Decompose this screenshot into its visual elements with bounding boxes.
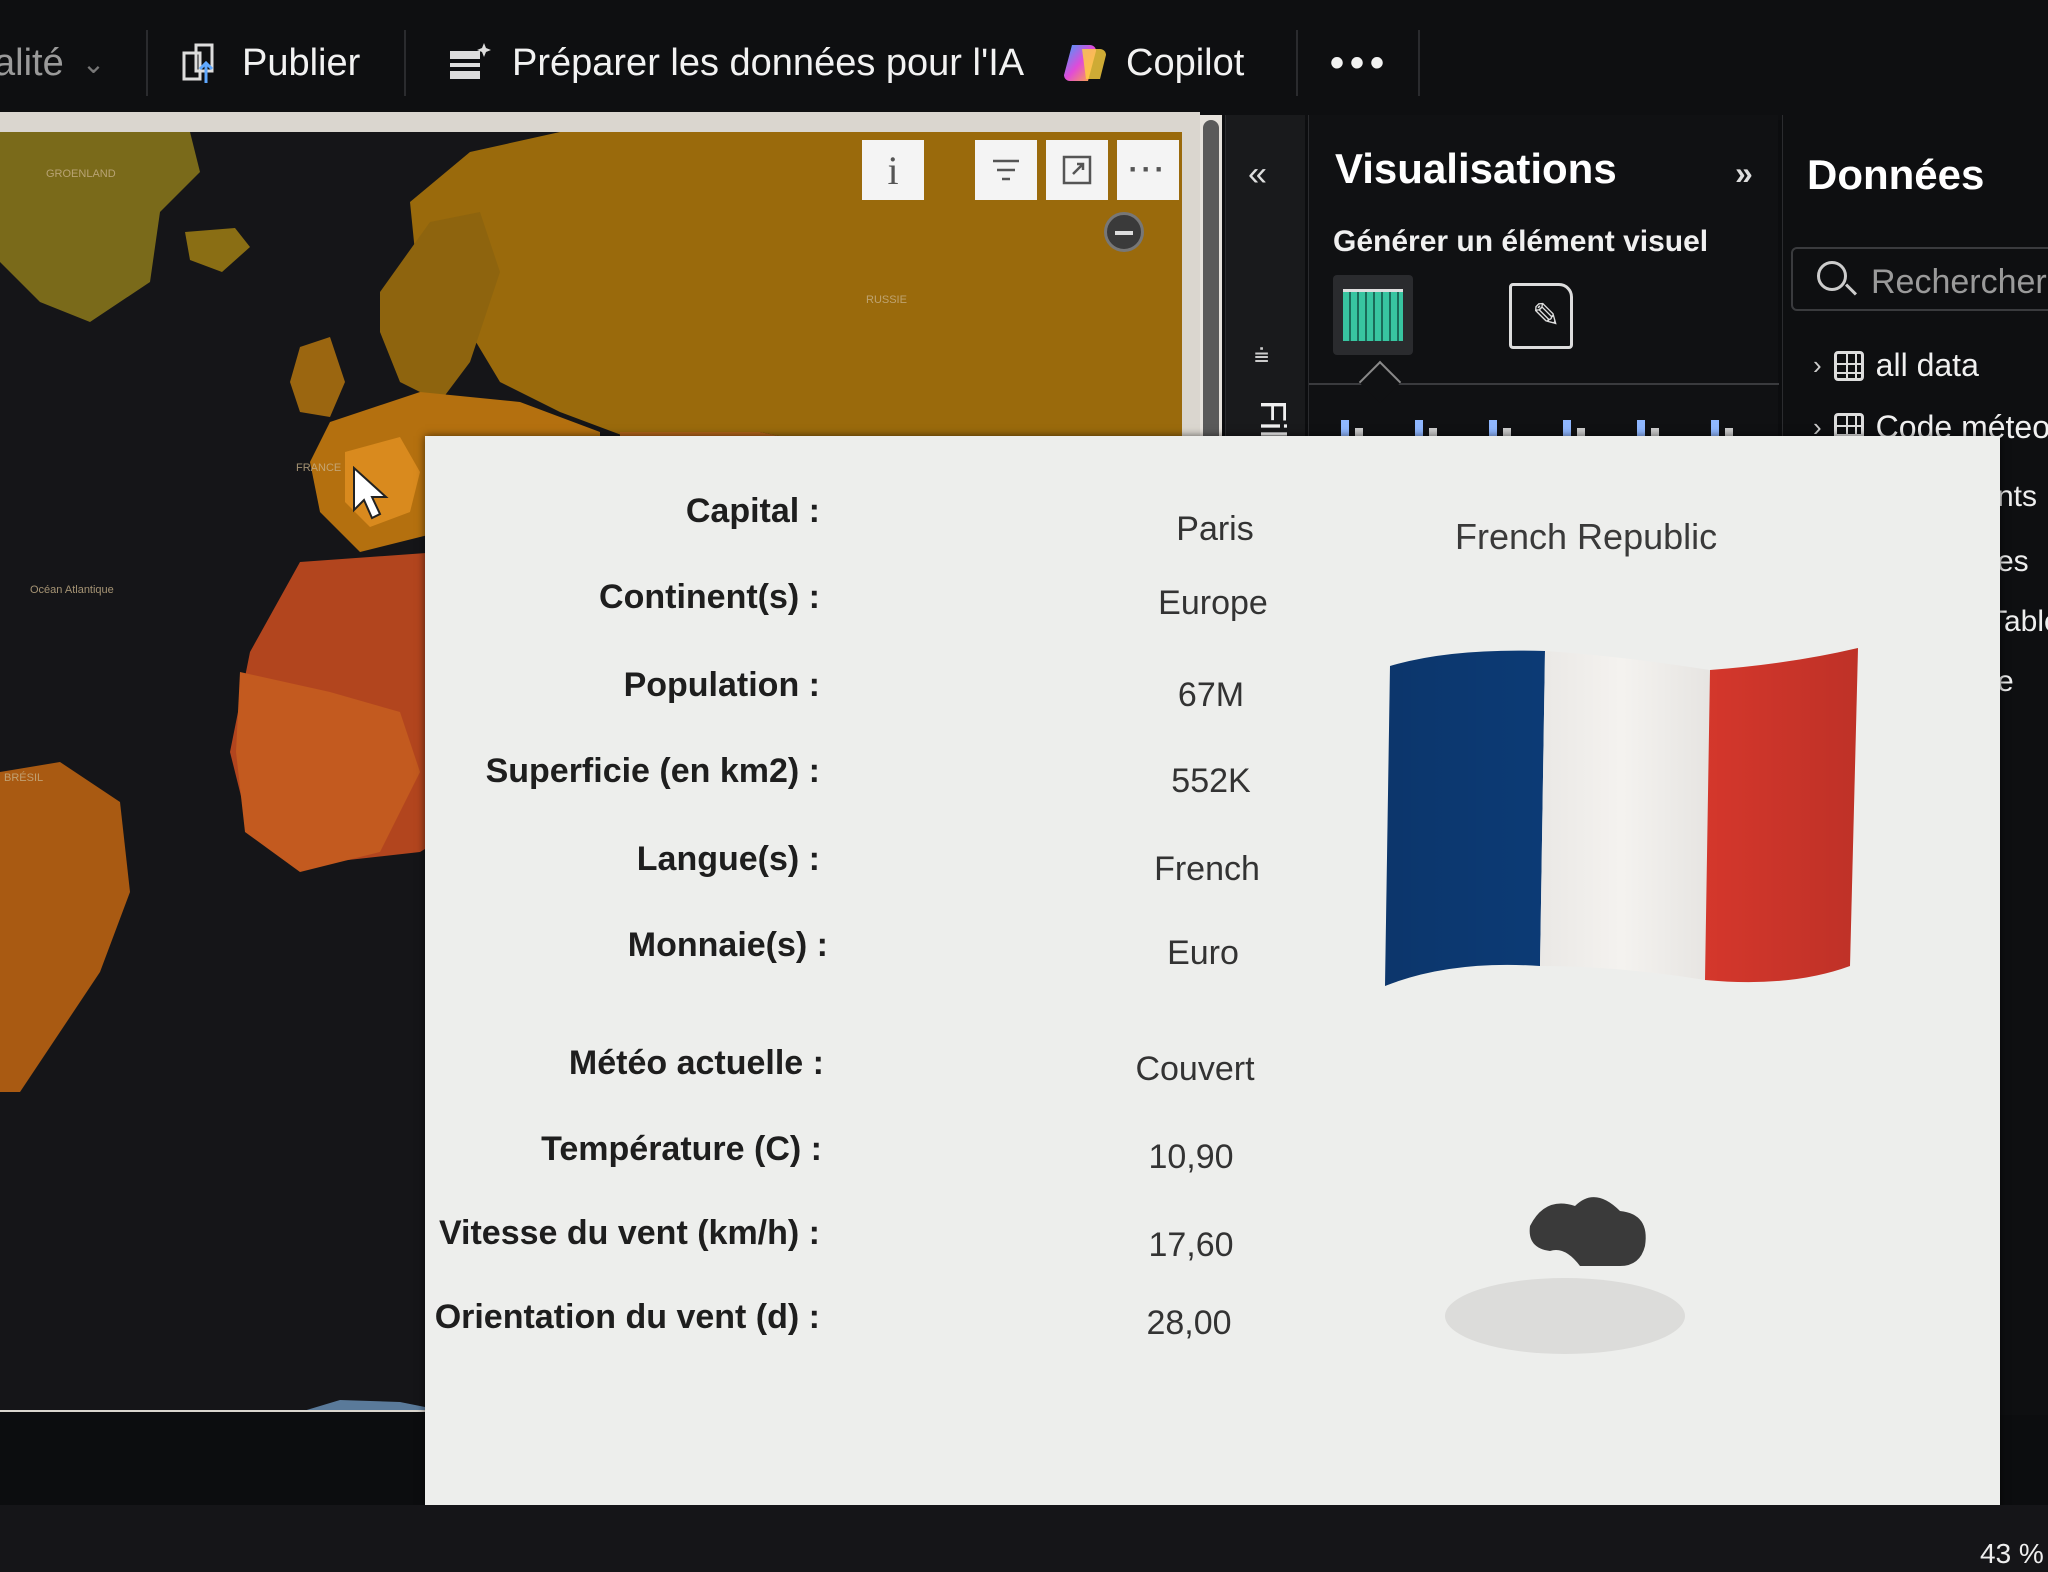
ribbon-divider <box>1418 30 1420 96</box>
field-value-population: 67M <box>1177 676 1245 714</box>
country-tooltip: Capital : Paris Continent(s) : Europe Po… <box>425 436 2000 1538</box>
field-value-monnaie: Euro <box>1167 934 1239 972</box>
field-label-continent: Continent(s) : <box>599 578 820 616</box>
ribbon-divider <box>404 30 406 96</box>
search-icon <box>1817 261 1847 291</box>
field-value-superficie: 552K <box>1171 762 1251 800</box>
publish-label: Publier <box>242 41 361 84</box>
ribbon-view-dropdown[interactable]: alité ⌄ <box>0 28 105 98</box>
data-pane-title: Données <box>1807 151 1985 198</box>
build-visual-label: Générer un élément visuel <box>1333 225 1709 258</box>
prepare-data-ai-button[interactable]: Préparer les données pour l'IA <box>446 28 1024 98</box>
chevron-down-icon: ⌄ <box>81 47 106 79</box>
table-icon <box>1833 350 1864 381</box>
search-input[interactable]: Rechercher <box>1791 247 2048 311</box>
publish-icon <box>182 43 214 83</box>
tab-caret <box>1358 360 1402 404</box>
field-value-orientation-vent: 28,00 <box>1146 1304 1232 1342</box>
map-region-scandinavia[interactable] <box>380 212 500 402</box>
copilot-label: Copilot <box>1126 41 1245 84</box>
france-flag-icon <box>1385 648 1858 986</box>
info-button[interactable]: i <box>862 140 924 200</box>
data-table-item[interactable]: › all data <box>1813 347 1979 384</box>
info-icon: i <box>887 147 899 193</box>
zoom-out-button[interactable] <box>1104 212 1144 252</box>
format-visual-tab[interactable]: ✎ <box>1509 283 1573 349</box>
country-name: French Republic <box>1455 516 1718 557</box>
map-label-france: FRANCE <box>296 462 342 474</box>
field-label-population: Population : <box>623 666 820 704</box>
map-label-ocean: Océan Atlantique <box>30 584 114 596</box>
ribbon: alité ⌄ Publier Préparer les données pou… <box>0 0 2048 120</box>
filter-visual-button[interactable] <box>975 140 1037 200</box>
search-placeholder: Rechercher <box>1871 263 2047 301</box>
filter-lines-icon <box>993 159 1019 181</box>
map-region-antarctica <box>306 1400 440 1410</box>
field-value-continent: Europe <box>1158 584 1268 622</box>
paint-brush-icon: ✎ <box>1532 297 1561 335</box>
table-label: all data <box>1875 347 1979 383</box>
cloud-icon <box>1445 1197 1685 1354</box>
collapse-chevron-icon[interactable]: « <box>1248 155 1267 194</box>
ribbon-partial-label: alité <box>0 41 64 84</box>
filter-icon: ⩧ <box>1254 340 1270 370</box>
map-label-greenland: GROENLAND <box>46 168 116 180</box>
publish-button[interactable]: Publier <box>176 28 360 98</box>
field-value-langue: French <box>1154 850 1260 888</box>
expand-icon <box>1062 155 1092 185</box>
field-value-capital: Paris <box>1176 510 1254 548</box>
field-label-monnaie: Monnaie(s) : <box>627 926 828 964</box>
ribbon-divider <box>1296 30 1298 96</box>
field-value-vitesse-vent: 17,60 <box>1148 1226 1234 1264</box>
visual-grid-icon <box>1343 289 1403 341</box>
field-label-capital: Capital : <box>685 492 820 530</box>
field-value-meteo: Couvert <box>1135 1050 1255 1088</box>
field-label-orientation-vent: Orientation du vent (d) : <box>434 1298 820 1336</box>
map-region-south-america[interactable] <box>0 762 130 1092</box>
visualizations-title: Visualisations <box>1335 145 1617 192</box>
map-region-iceland[interactable] <box>185 228 250 272</box>
map-label-russie: RUSSIE <box>866 294 907 306</box>
prepare-data-label: Préparer les données pour l'IA <box>512 41 1025 84</box>
copilot-button[interactable]: Copilot <box>1060 28 1244 98</box>
field-label-langue: Langue(s) : <box>636 840 820 878</box>
chevron-right-icon: › <box>1813 350 1822 380</box>
focus-mode-button[interactable] <box>1046 140 1108 200</box>
more-icon: ••• <box>1330 40 1391 85</box>
status-bar <box>0 1505 2048 1572</box>
expand-chevron-icon[interactable]: » <box>1735 155 1753 192</box>
ribbon-divider <box>146 30 148 96</box>
map-region-uk[interactable] <box>290 337 345 417</box>
more-options-button[interactable]: ••• <box>1330 28 1390 98</box>
data-item-partial[interactable]: nts <box>1997 480 2037 514</box>
zoom-level[interactable]: 43 % <box>1980 1538 2044 1570</box>
field-label-superficie: Superficie (en km2) : <box>485 752 820 790</box>
data-item-partial[interactable]: es <box>1997 545 2029 579</box>
mouse-cursor-icon <box>353 466 389 520</box>
map-region-greenland[interactable] <box>0 132 200 322</box>
ellipsis-icon: ··· <box>1128 153 1168 186</box>
field-label-vitesse-vent: Vitesse du vent (km/h) : <box>438 1214 820 1252</box>
visual-more-options-button[interactable]: ··· <box>1117 140 1179 200</box>
prepare-data-icon <box>450 43 491 79</box>
field-label-temperature: Température (C) : <box>541 1130 822 1168</box>
build-visual-tab[interactable] <box>1333 275 1413 355</box>
map-label-bresil: BRÉSIL <box>4 772 44 784</box>
field-label-meteo: Météo actuelle : <box>568 1044 824 1082</box>
field-value-temperature: 10,90 <box>1148 1138 1234 1176</box>
copilot-icon <box>1064 45 1106 81</box>
